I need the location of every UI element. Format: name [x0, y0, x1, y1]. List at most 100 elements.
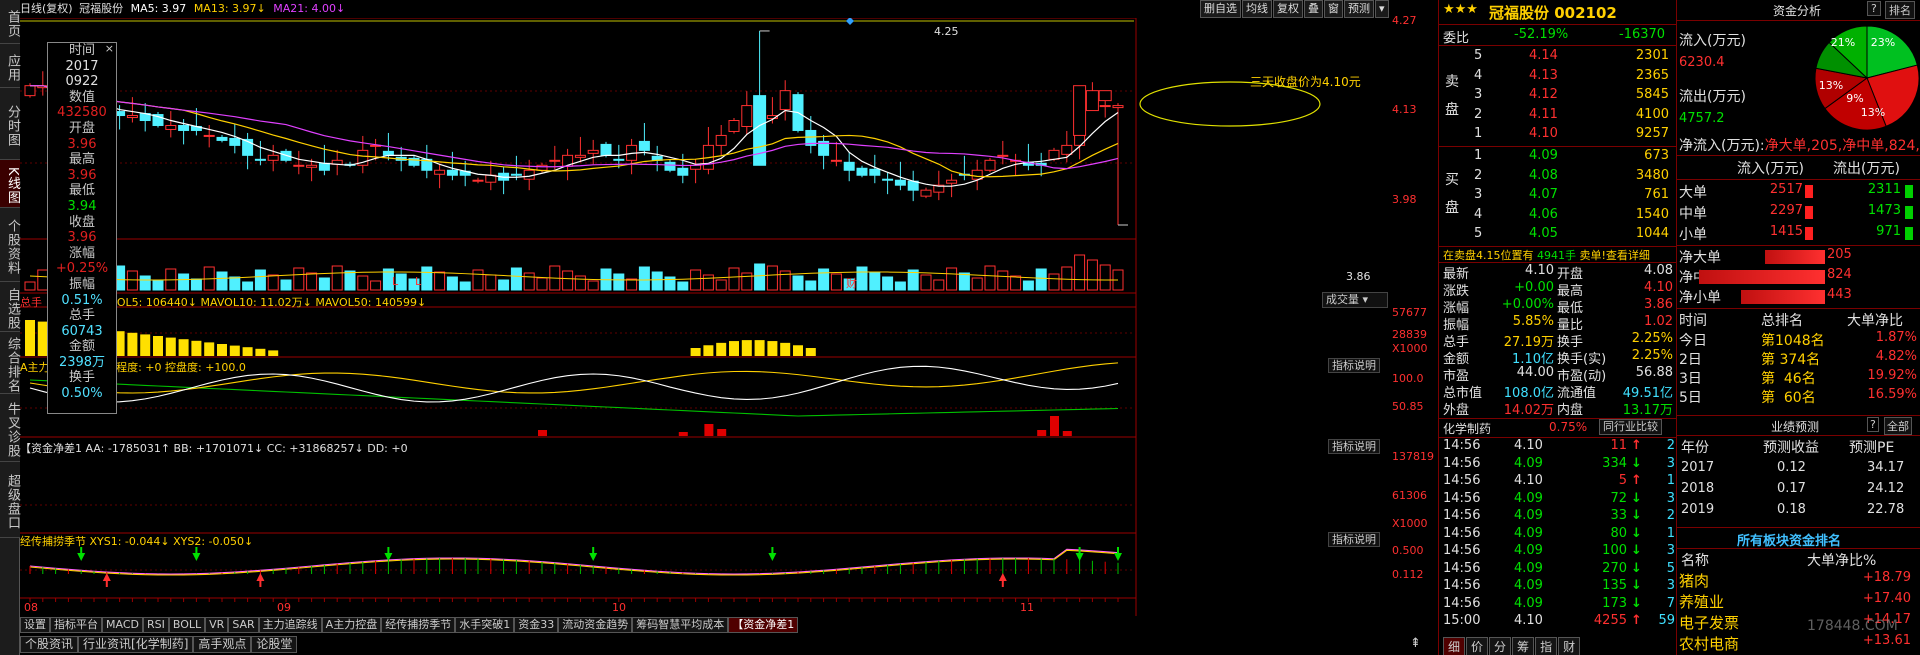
candle[interactable]	[907, 170, 919, 202]
candle[interactable]	[254, 140, 266, 166]
toolbar-button-4[interactable]: 窗	[1324, 0, 1343, 18]
indicator-tab-8[interactable]: A主力控盘	[321, 617, 382, 633]
expand-icon[interactable]: ⇞	[1410, 636, 1421, 651]
indicator-tab-1[interactable]: 指标平台	[50, 617, 102, 633]
candle-highlight[interactable]	[1085, 90, 1099, 112]
toolbar-button-3[interactable]: 叠	[1304, 0, 1323, 18]
candle[interactable]	[229, 123, 241, 154]
quote-tab-4[interactable]: 指	[1535, 637, 1558, 655]
candle[interactable]	[664, 159, 676, 173]
sector-name-3[interactable]: 农村电商	[1679, 633, 1739, 654]
nav-tab-5[interactable]: 自选股	[0, 282, 20, 332]
candle[interactable]	[715, 124, 727, 157]
candle[interactable]	[997, 140, 1009, 165]
candle[interactable]	[984, 157, 996, 173]
nav-tab-8[interactable]: 超级盘口	[0, 462, 20, 538]
sell-price-3[interactable]: 4.11	[1529, 107, 1558, 122]
quote-tab-2[interactable]: 分	[1489, 637, 1512, 655]
candle[interactable]	[587, 139, 599, 165]
indicator-tab-0[interactable]: 设置	[20, 617, 50, 633]
fund-help-button[interactable]: ?	[1867, 1, 1881, 16]
sell-price-4[interactable]: 4.10	[1529, 126, 1558, 141]
fund-rank-button[interactable]: 排名	[1885, 1, 1915, 19]
candle[interactable]	[651, 145, 663, 172]
info-tab-2[interactable]: 高手观点	[193, 636, 252, 653]
candle[interactable]	[805, 116, 817, 154]
sector-name-0[interactable]: 猪肉	[1679, 570, 1709, 591]
nav-tab-1[interactable]: 应用	[0, 44, 20, 88]
sector-name-1[interactable]: 养殖业	[1679, 591, 1724, 612]
candle[interactable]	[1112, 103, 1124, 225]
buy-price-0[interactable]: 4.09	[1529, 148, 1558, 163]
candle[interactable]	[357, 135, 369, 174]
candle[interactable]	[626, 138, 638, 175]
candle[interactable]	[856, 165, 868, 178]
buy-price-1[interactable]: 4.08	[1529, 168, 1558, 183]
info-tab-1[interactable]: 行业资讯[化学制药]	[78, 636, 194, 653]
indicator-tab-4[interactable]: BOLL	[168, 617, 206, 633]
candle[interactable]	[702, 126, 714, 175]
indicator-tab-9[interactable]: 经传捕捞季节	[381, 617, 456, 633]
forecast-all-button[interactable]: 全部	[1884, 417, 1912, 435]
buy-price-2[interactable]: 4.07	[1529, 187, 1558, 202]
candle[interactable]	[549, 145, 561, 170]
candle[interactable]	[677, 153, 689, 184]
indicator-tab-2[interactable]: MACD	[102, 617, 143, 633]
candle[interactable]	[434, 163, 446, 189]
indicator-tab-5[interactable]: VR	[205, 617, 229, 633]
candle[interactable]	[971, 159, 983, 191]
nav-tab-7[interactable]: 牛叉诊股	[0, 394, 20, 462]
candle[interactable]	[818, 134, 830, 170]
kline-chart-area[interactable]	[20, 18, 1390, 616]
info-tab-3[interactable]: 论股堂	[251, 636, 298, 653]
quote-tab-1[interactable]: 价	[1466, 637, 1489, 655]
candle[interactable]	[472, 177, 484, 184]
control-help-button[interactable]: 指标说明	[1328, 358, 1380, 373]
indicator-tab-12[interactable]: 流动资金趋势	[558, 617, 633, 633]
buy-price-3[interactable]: 4.06	[1529, 207, 1558, 222]
indicator-tab-14[interactable]: 【资金净差1	[728, 617, 799, 633]
nav-tab-3[interactable]: K线图	[0, 160, 20, 208]
candle[interactable]	[830, 141, 842, 167]
chart-period[interactable]: 日线(复权)	[20, 2, 73, 15]
quote-tab-5[interactable]: 财	[1558, 637, 1581, 655]
sector-name-2[interactable]: 电子发票	[1679, 612, 1739, 633]
forecast-help-button[interactable]: ?	[1867, 417, 1879, 432]
candle[interactable]	[843, 151, 855, 182]
info-tab-0[interactable]: 个股资讯	[20, 636, 79, 653]
toolbar-button-0[interactable]: 删自选	[1200, 0, 1241, 18]
industry-name[interactable]: 化学制药	[1443, 420, 1491, 437]
candle[interactable]	[408, 155, 420, 168]
season-help-button[interactable]: 指标说明	[1328, 532, 1380, 547]
sell-price-0[interactable]: 4.14	[1529, 48, 1558, 63]
money-help-button[interactable]: 指标说明	[1328, 439, 1380, 454]
candle[interactable]	[779, 80, 791, 121]
big-order-notice[interactable]: 在卖盘4.15位置有 4941手 卖单!查看详细	[1443, 247, 1650, 263]
candle[interactable]	[741, 91, 753, 135]
candle[interactable]	[152, 112, 164, 128]
indicator-tab-3[interactable]: RSI	[142, 617, 169, 633]
indicator-tab-6[interactable]: SAR	[228, 617, 259, 633]
close-icon[interactable]: ×	[105, 41, 114, 57]
toolbar-button-2[interactable]: 复权	[1273, 0, 1303, 18]
candle-highlight[interactable]	[1073, 85, 1087, 136]
volume-indicator-select[interactable]: 成交量 ▾	[1322, 292, 1388, 308]
nav-tab-4[interactable]: 个股资料	[0, 208, 20, 282]
candle[interactable]	[574, 136, 586, 163]
candle[interactable]	[216, 134, 228, 143]
toolbar-button-1[interactable]: 均线	[1242, 0, 1272, 18]
candle[interactable]	[242, 132, 254, 170]
candle[interactable]	[331, 149, 343, 176]
indicator-tab-11[interactable]: 资金33	[514, 617, 559, 633]
indicator-tab-10[interactable]: 水手突破1	[455, 617, 515, 633]
quote-tab-3[interactable]: 筹	[1512, 637, 1535, 655]
candle[interactable]	[728, 118, 740, 134]
indicator-tab-13[interactable]: 筹码智慧平均成本	[632, 617, 729, 633]
candle[interactable]	[267, 144, 279, 172]
candle[interactable]	[690, 158, 702, 184]
candle[interactable]	[498, 166, 510, 195]
candle[interactable]	[958, 155, 970, 181]
quote-tab-0[interactable]: 细	[1443, 637, 1466, 655]
candle[interactable]	[126, 97, 138, 123]
candle[interactable]	[920, 187, 932, 199]
